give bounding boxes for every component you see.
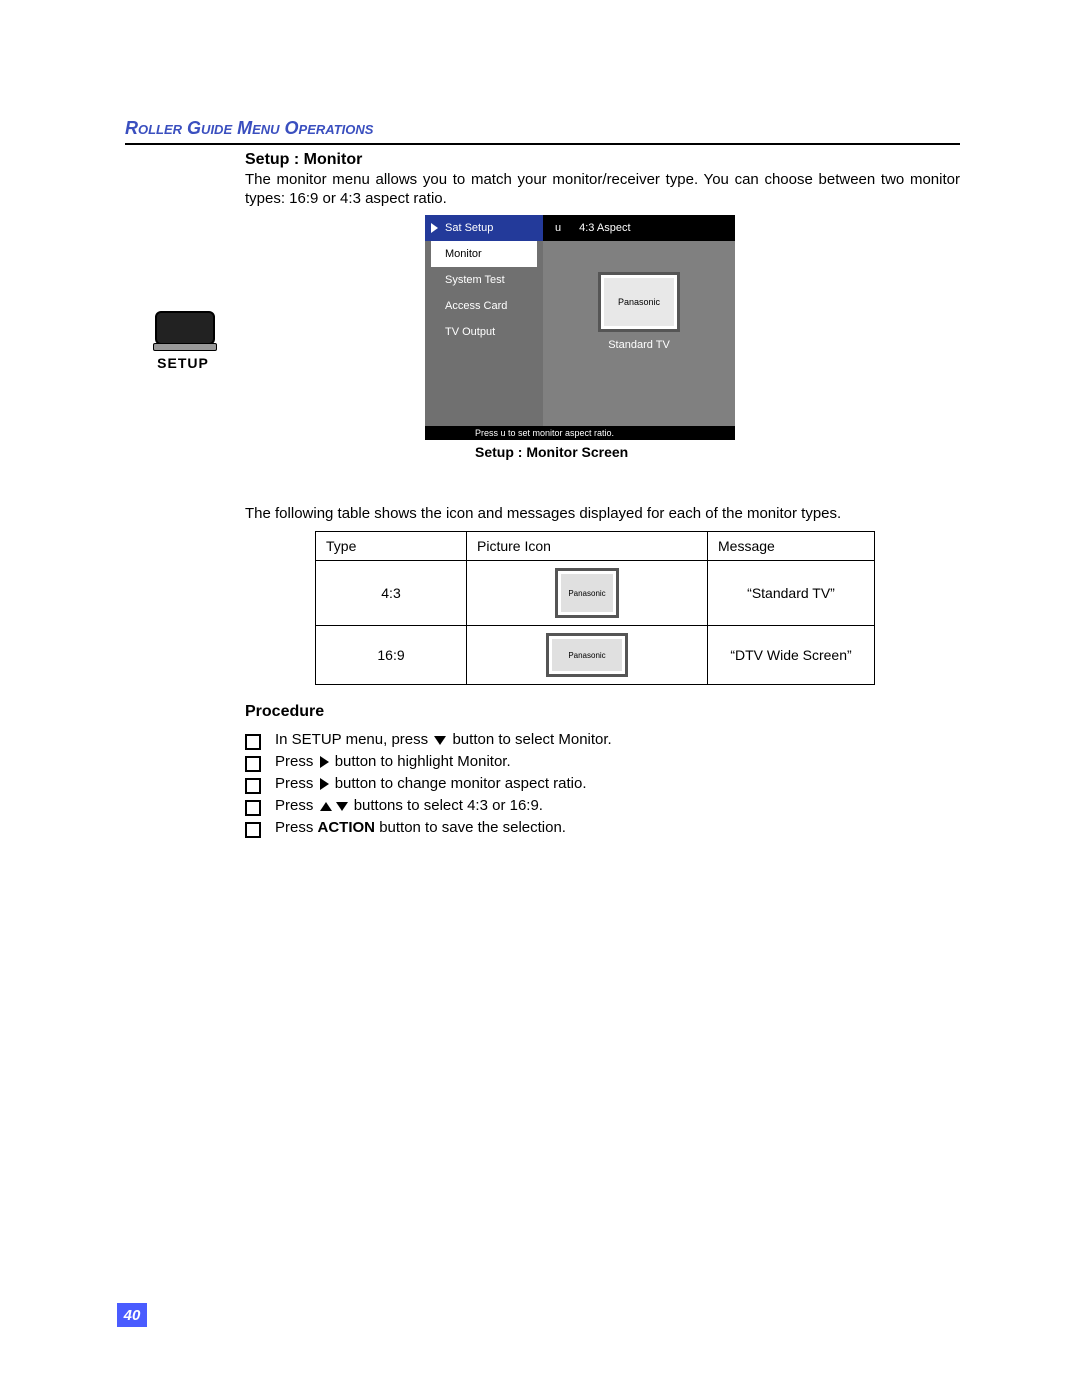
checkbox-icon [245, 822, 261, 838]
screenshot-top-bar: u 4:3 Aspect [543, 215, 735, 241]
table-row: 16:9 Panasonic “DTV Wide Screen” [316, 626, 875, 685]
step-text: Press [275, 819, 318, 836]
screenshot-preview-pane: Panasonic Standard TV [543, 241, 735, 426]
tv-brand-label: Panasonic [568, 651, 605, 660]
menu-item-system-test: System Test [425, 267, 543, 293]
cell-icon: Panasonic [467, 561, 708, 626]
tv-icon-4-3: Panasonic [558, 571, 616, 615]
page-content: Roller Guide Menu Operations Setup : Mon… [125, 118, 960, 841]
procedure-step: Press button to highlight Monitor. [245, 753, 960, 772]
step-text: In SETUP menu, press [275, 731, 432, 748]
tv-caption: Standard TV [543, 339, 735, 351]
step-text: button to select Monitor. [452, 731, 611, 748]
table-header-icon: Picture Icon [467, 532, 708, 561]
menu-item-monitor: Monitor [431, 241, 537, 267]
menu-item-label: TV Output [445, 326, 495, 338]
subsection-title: Setup : Monitor [245, 151, 960, 169]
setup-device-icon [155, 311, 215, 345]
setup-icon-label: SETUP [155, 355, 211, 371]
menu-item-sat-setup: Sat Setup [425, 215, 543, 241]
step-text: button to save the selection. [379, 819, 566, 836]
tv-brand-label: Panasonic [618, 297, 660, 307]
procedure-step: Press buttons to select 4:3 or 16:9. [245, 797, 960, 816]
procedure-title: Procedure [245, 703, 960, 721]
menu-item-label: System Test [445, 274, 505, 286]
checkbox-icon [245, 800, 261, 816]
table-header-row: Type Picture Icon Message [316, 532, 875, 561]
right-arrow-icon [320, 756, 329, 768]
step-text: Press [275, 753, 318, 770]
step-text: Press [275, 775, 318, 792]
step-text: Press [275, 797, 318, 814]
tv-preview-icon: Panasonic [601, 275, 677, 329]
cell-type: 4:3 [316, 561, 467, 626]
intro-paragraph: The monitor menu allows you to match you… [245, 171, 960, 209]
step-text: button to change monitor aspect ratio. [335, 775, 587, 792]
menu-item-label: Access Card [445, 300, 507, 312]
play-indicator-icon [431, 223, 438, 233]
top-indicator: u [555, 222, 561, 234]
setup-monitor-screenshot: Sat Setup Monitor System Test Access Car… [425, 215, 735, 440]
procedure-list: In SETUP menu, press button to select Mo… [245, 731, 960, 838]
right-arrow-icon [320, 778, 329, 790]
menu-item-label: Monitor [445, 248, 482, 260]
procedure-step: In SETUP menu, press button to select Mo… [245, 731, 960, 750]
menu-item-access-card: Access Card [425, 293, 543, 319]
cell-message: “Standard TV” [708, 561, 875, 626]
step-text: buttons to select 4:3 or 16:9. [354, 797, 543, 814]
down-arrow-icon [336, 802, 348, 811]
tv-brand-label: Panasonic [568, 589, 605, 598]
checkbox-icon [245, 756, 261, 772]
monitor-types-table: Type Picture Icon Message 4:3 Panasonic … [315, 531, 875, 685]
cell-icon: Panasonic [467, 626, 708, 685]
procedure-step: Press button to change monitor aspect ra… [245, 775, 960, 794]
up-arrow-icon [320, 802, 332, 811]
table-row: 4:3 Panasonic “Standard TV” [316, 561, 875, 626]
tv-icon-16-9: Panasonic [549, 636, 625, 674]
menu-item-label: Sat Setup [445, 222, 493, 234]
page-number-badge: 40 [117, 1303, 147, 1327]
checkbox-icon [245, 734, 261, 750]
procedure-step: Press ACTION button to save the selectio… [245, 819, 960, 838]
cell-message: “DTV Wide Screen” [708, 626, 875, 685]
step-text-bold: ACTION [318, 819, 376, 836]
screenshot-help-bar: Press u to set monitor aspect ratio. [425, 426, 735, 440]
screenshot-caption: Setup : Monitor Screen [475, 444, 960, 460]
cell-type: 16:9 [316, 626, 467, 685]
table-header-message: Message [708, 532, 875, 561]
menu-item-tv-output: TV Output [425, 319, 543, 345]
step-text: button to highlight Monitor. [335, 753, 511, 770]
section-header: Roller Guide Menu Operations [125, 118, 960, 145]
table-header-type: Type [316, 532, 467, 561]
menu-sidebar: Sat Setup Monitor System Test Access Car… [425, 215, 543, 440]
aspect-label: 4:3 Aspect [579, 222, 630, 234]
table-intro: The following table shows the icon and m… [245, 505, 960, 524]
checkbox-icon [245, 778, 261, 794]
content-block: Setup : Monitor The monitor menu allows … [245, 151, 960, 838]
down-arrow-icon [434, 736, 446, 745]
